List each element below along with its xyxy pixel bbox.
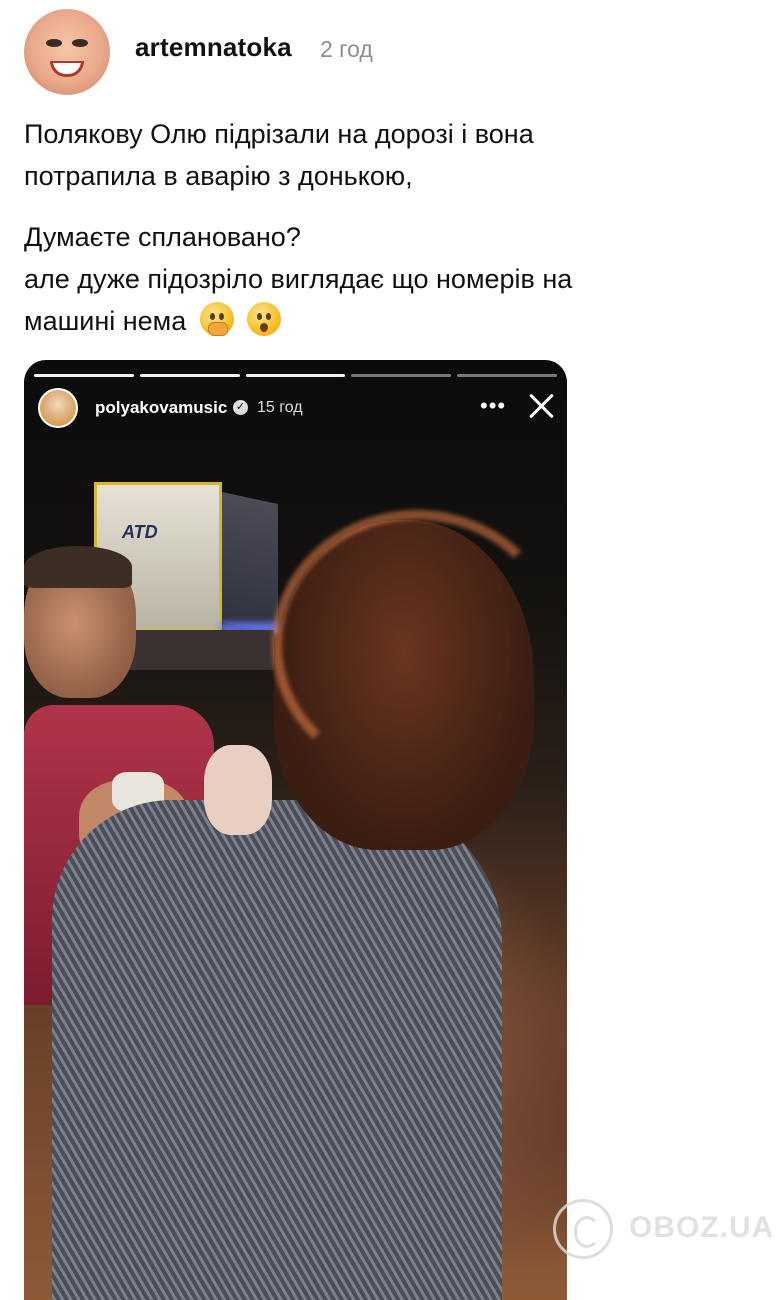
- post-text-paragraph-1: Полякову Олю підрізали на дорозі і вона …: [24, 113, 744, 197]
- story-screenshot[interactable]: polyakovamusic ✓ 15 год ••• ATD: [24, 360, 567, 1300]
- story-progress-segment: [245, 374, 346, 377]
- surprised-face-icon: [247, 302, 282, 336]
- hair-backlight: [272, 510, 562, 780]
- story-progress-segment: [139, 374, 240, 377]
- watermark-logo-icon: [553, 1199, 613, 1259]
- story-progress-segment: [351, 374, 452, 377]
- watermark: OBOZ.UA: [553, 1197, 773, 1261]
- woman-coat: [52, 800, 502, 1300]
- author-avatar[interactable]: [24, 9, 110, 95]
- story-username[interactable]: polyakovamusic: [95, 398, 227, 418]
- post-time: 2 год: [320, 36, 373, 62]
- post-text-line: Думаєте сплановано?: [24, 222, 301, 252]
- post-text-line: машині нема: [24, 300, 744, 342]
- close-icon[interactable]: [527, 392, 555, 420]
- story-progress-segment: [34, 374, 134, 377]
- story-progress-segment: [457, 374, 557, 377]
- post-text-line: Полякову Олю підрізали на дорозі і вона: [24, 119, 534, 149]
- truck-side: [222, 492, 278, 634]
- post-text-line: але дуже підозріло виглядає що номерів н…: [24, 264, 573, 294]
- story-avatar[interactable]: [38, 388, 78, 428]
- watermark-text: OBOZ.UA: [629, 1211, 775, 1244]
- more-options-icon[interactable]: •••: [480, 393, 506, 419]
- shushing-face-icon: [199, 302, 234, 336]
- avatar-eye: [72, 39, 88, 47]
- woman-hand: [204, 745, 272, 835]
- story-time: 15 год: [257, 399, 303, 416]
- author-username[interactable]: artemnatoka: [135, 32, 292, 63]
- post-text-line: потрапила в аварію з донькою,: [24, 161, 413, 191]
- avatar-eye: [46, 39, 62, 47]
- verified-badge-icon: ✓: [233, 400, 248, 415]
- truck-logo: ATD: [122, 522, 158, 542]
- man-hair: [24, 546, 132, 588]
- avatar-mouth: [50, 61, 84, 77]
- story-progress: [34, 374, 557, 377]
- post-text-paragraph-2: Думаєте сплановано? але дуже підозріло в…: [24, 216, 744, 342]
- post-text-fragment: машині нема: [24, 306, 187, 336]
